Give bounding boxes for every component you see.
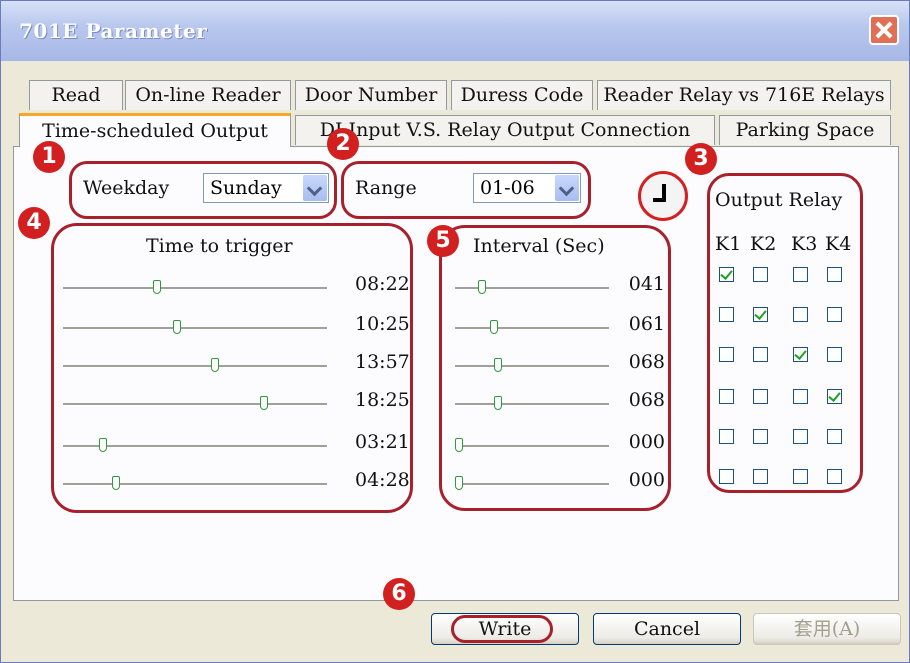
tab-time-scheduled-output[interactable]: Time-scheduled Output: [19, 113, 291, 147]
time-slider[interactable]: [63, 403, 327, 406]
relay-checkbox[interactable]: [827, 389, 842, 404]
relay-checkbox[interactable]: [753, 389, 768, 404]
interval-slider-thumb[interactable]: [455, 438, 463, 452]
time-value: 04:28: [355, 469, 410, 491]
relay-checkbox[interactable]: [719, 469, 734, 484]
relay-checkbox[interactable]: [753, 307, 768, 322]
interval-value: 068: [628, 351, 665, 373]
annotation-badge: 6: [383, 578, 415, 610]
time-slider[interactable]: [63, 483, 327, 486]
relay-checkbox[interactable]: [753, 429, 768, 444]
tab-door-number[interactable]: Door Number: [295, 80, 447, 110]
relay-col-k1: K1: [715, 233, 742, 255]
relay-checkbox[interactable]: [719, 347, 734, 362]
relay-checkbox[interactable]: [719, 267, 734, 282]
relay-checkbox[interactable]: [719, 307, 734, 322]
range-select[interactable]: 01-06: [473, 173, 581, 203]
relay-checkbox[interactable]: [793, 267, 808, 282]
time-slider[interactable]: [63, 287, 327, 290]
interval-label: Interval (Sec): [473, 235, 605, 257]
relay-checkbox[interactable]: [827, 469, 842, 484]
relay-checkbox[interactable]: [827, 347, 842, 362]
interval-slider-thumb[interactable]: [478, 280, 487, 294]
interval-slider-thumb[interactable]: [455, 476, 463, 490]
range-value: 01-06: [480, 177, 535, 199]
relay-checkbox[interactable]: [793, 429, 808, 444]
relay-checkbox[interactable]: [827, 307, 842, 322]
annotation-badge: 1: [33, 141, 65, 173]
time-value: 10:25: [355, 313, 410, 335]
annotation-badge: 2: [327, 128, 359, 160]
chevron-down-icon[interactable]: [303, 175, 327, 201]
time-slider[interactable]: [63, 327, 327, 330]
close-icon[interactable]: [869, 15, 899, 45]
time-slider-thumb[interactable]: [211, 358, 220, 372]
range-label: Range: [355, 177, 417, 199]
tab-duress-code[interactable]: Duress Code: [451, 80, 593, 110]
interval-slider-thumb[interactable]: [490, 320, 499, 334]
relay-checkbox[interactable]: [827, 267, 842, 282]
window-title: 701E Parameter: [19, 19, 208, 43]
time-slider-thumb[interactable]: [152, 280, 161, 294]
relay-checkbox[interactable]: [793, 469, 808, 484]
interval-value: 000: [628, 431, 665, 453]
time-slider[interactable]: [63, 365, 327, 368]
dialog-window: 701E Parameter Read On-line Reader Door …: [0, 0, 910, 663]
interval-slider[interactable]: [455, 445, 609, 448]
time-value: 18:25: [355, 389, 410, 411]
interval-slider-thumb[interactable]: [494, 396, 503, 410]
relay-checkbox[interactable]: [719, 389, 734, 404]
interval-slider[interactable]: [455, 483, 609, 486]
time-value: 13:57: [355, 351, 410, 373]
interval-value: 000: [628, 469, 665, 491]
time-value: 03:21: [355, 431, 410, 453]
time-slider-thumb[interactable]: [173, 320, 182, 334]
annotation-badge: 3: [685, 143, 717, 175]
relay-checkbox[interactable]: [753, 469, 768, 484]
relay-checkbox[interactable]: [719, 429, 734, 444]
interval-value: 068: [628, 389, 665, 411]
interval-slider-thumb[interactable]: [494, 358, 503, 372]
weekday-label: Weekday: [83, 177, 170, 199]
weekday-value: Sunday: [210, 177, 282, 199]
relay-col-k4: K4: [825, 233, 852, 255]
tab-reader-relay[interactable]: Reader Relay vs 716E Relays: [597, 80, 891, 110]
interval-value: 061: [628, 313, 665, 335]
time-value: 08:22: [355, 273, 410, 295]
relay-checkbox[interactable]: [753, 347, 768, 362]
output-relay-group: [707, 173, 863, 493]
chevron-down-icon[interactable]: [555, 175, 579, 201]
relay-col-k2: K2: [750, 233, 777, 255]
relay-checkbox[interactable]: [793, 389, 808, 404]
clock-icon: [638, 171, 688, 221]
title-bar: 701E Parameter: [1, 1, 909, 61]
annotation-badge: 5: [427, 225, 459, 257]
time-slider-thumb[interactable]: [98, 438, 107, 452]
tab-read[interactable]: Read: [29, 80, 123, 110]
tab-on-line-reader[interactable]: On-line Reader: [125, 80, 291, 110]
interval-slider[interactable]: [455, 327, 609, 330]
interval-value: 041: [628, 273, 665, 295]
apply-button: 套用(A): [753, 613, 901, 645]
relay-checkbox[interactable]: [793, 307, 808, 322]
write-highlight: [451, 615, 553, 643]
time-trigger-label: Time to trigger: [146, 235, 293, 257]
interval-slider[interactable]: [455, 365, 609, 368]
interval-slider[interactable]: [455, 403, 609, 406]
weekday-select[interactable]: Sunday: [203, 173, 329, 203]
output-relay-label: Output Relay: [715, 189, 843, 211]
time-slider-thumb[interactable]: [260, 396, 269, 410]
relay-checkbox[interactable]: [827, 429, 842, 444]
relay-checkbox[interactable]: [753, 267, 768, 282]
annotation-badge: 4: [18, 207, 50, 239]
cancel-button[interactable]: Cancel: [593, 613, 741, 645]
relay-col-k3: K3: [791, 233, 818, 255]
tab-parking-space[interactable]: Parking Space: [719, 115, 891, 145]
time-slider-thumb[interactable]: [111, 476, 120, 490]
relay-checkbox[interactable]: [793, 347, 808, 362]
